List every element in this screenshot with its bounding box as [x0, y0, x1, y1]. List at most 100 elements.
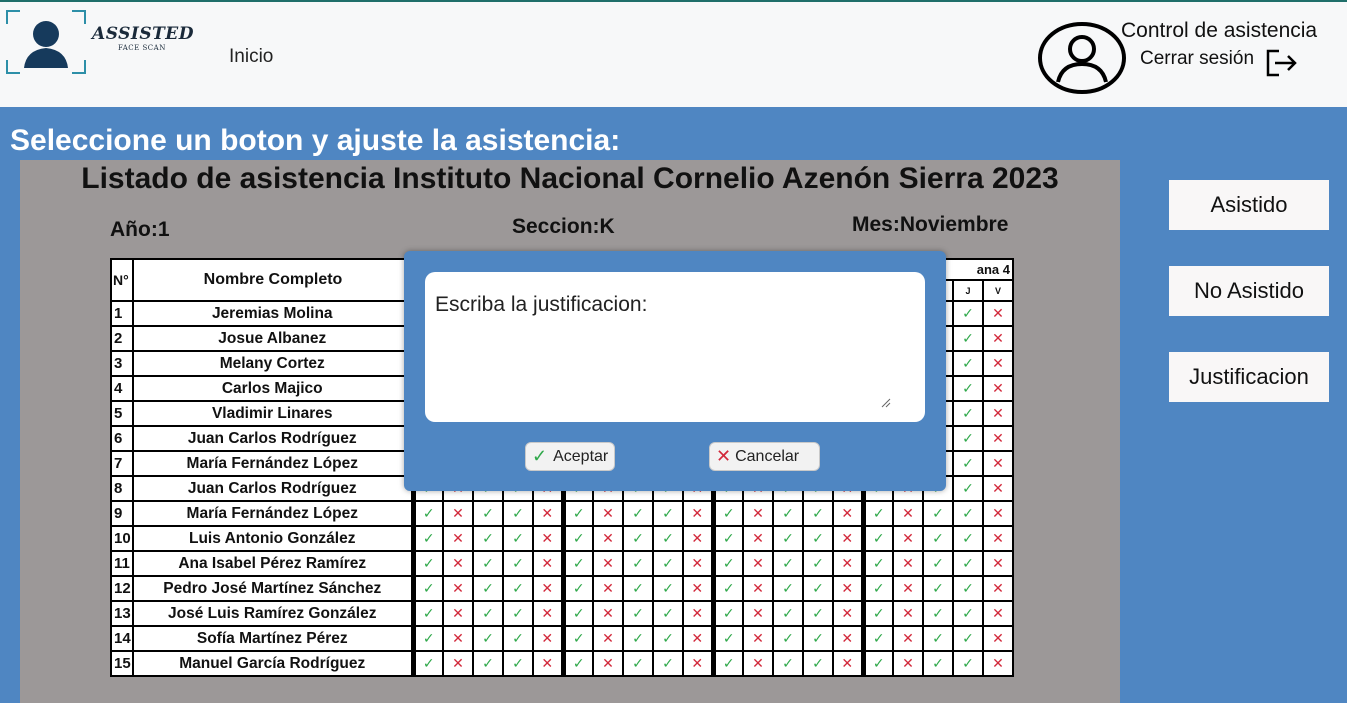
present-check-icon[interactable]: ✓ — [772, 650, 804, 677]
absent-cross-icon[interactable]: ✕ — [982, 550, 1014, 577]
present-check-icon[interactable]: ✓ — [410, 600, 444, 627]
present-check-icon[interactable]: ✓ — [560, 650, 594, 677]
present-check-icon[interactable]: ✓ — [772, 625, 804, 652]
not-assisted-button[interactable]: No Asistido — [1169, 266, 1329, 316]
absent-cross-icon[interactable]: ✕ — [442, 550, 474, 577]
absent-cross-icon[interactable]: ✕ — [742, 600, 774, 627]
present-check-icon[interactable]: ✓ — [952, 325, 984, 352]
absent-cross-icon[interactable]: ✕ — [982, 325, 1014, 352]
present-check-icon[interactable]: ✓ — [802, 650, 834, 677]
present-check-icon[interactable]: ✓ — [622, 650, 654, 677]
present-check-icon[interactable]: ✓ — [472, 650, 504, 677]
present-check-icon[interactable]: ✓ — [472, 500, 504, 527]
present-check-icon[interactable]: ✓ — [772, 575, 804, 602]
absent-cross-icon[interactable]: ✕ — [892, 650, 924, 677]
absent-cross-icon[interactable]: ✕ — [982, 400, 1014, 427]
absent-cross-icon[interactable]: ✕ — [832, 650, 864, 677]
present-check-icon[interactable]: ✓ — [952, 300, 984, 327]
absent-cross-icon[interactable]: ✕ — [682, 625, 714, 652]
absent-cross-icon[interactable]: ✕ — [892, 525, 924, 552]
absent-cross-icon[interactable]: ✕ — [832, 575, 864, 602]
present-check-icon[interactable]: ✓ — [502, 550, 534, 577]
user-avatar-icon[interactable] — [1038, 22, 1128, 94]
present-check-icon[interactable]: ✓ — [710, 650, 744, 677]
absent-cross-icon[interactable]: ✕ — [532, 575, 564, 602]
present-check-icon[interactable]: ✓ — [560, 500, 594, 527]
present-check-icon[interactable]: ✓ — [952, 600, 984, 627]
present-check-icon[interactable]: ✓ — [652, 550, 684, 577]
absent-cross-icon[interactable]: ✕ — [892, 600, 924, 627]
absent-cross-icon[interactable]: ✕ — [982, 525, 1014, 552]
absent-cross-icon[interactable]: ✕ — [892, 575, 924, 602]
absent-cross-icon[interactable]: ✕ — [532, 650, 564, 677]
present-check-icon[interactable]: ✓ — [622, 600, 654, 627]
present-check-icon[interactable]: ✓ — [710, 550, 744, 577]
absent-cross-icon[interactable]: ✕ — [682, 500, 714, 527]
present-check-icon[interactable]: ✓ — [502, 600, 534, 627]
justification-textarea[interactable]: Escriba la justificacion: — [425, 272, 925, 422]
present-check-icon[interactable]: ✓ — [860, 525, 894, 552]
present-check-icon[interactable]: ✓ — [952, 625, 984, 652]
absent-cross-icon[interactable]: ✕ — [442, 575, 474, 602]
absent-cross-icon[interactable]: ✕ — [982, 425, 1014, 452]
absent-cross-icon[interactable]: ✕ — [442, 525, 474, 552]
present-check-icon[interactable]: ✓ — [710, 500, 744, 527]
present-check-icon[interactable]: ✓ — [952, 425, 984, 452]
present-check-icon[interactable]: ✓ — [860, 550, 894, 577]
absent-cross-icon[interactable]: ✕ — [832, 550, 864, 577]
present-check-icon[interactable]: ✓ — [560, 625, 594, 652]
absent-cross-icon[interactable]: ✕ — [742, 500, 774, 527]
absent-cross-icon[interactable]: ✕ — [592, 500, 624, 527]
present-check-icon[interactable]: ✓ — [952, 525, 984, 552]
absent-cross-icon[interactable]: ✕ — [532, 500, 564, 527]
nav-home-link[interactable]: Inicio — [229, 46, 273, 68]
present-check-icon[interactable]: ✓ — [560, 525, 594, 552]
present-check-icon[interactable]: ✓ — [922, 600, 954, 627]
present-check-icon[interactable]: ✓ — [410, 575, 444, 602]
absent-cross-icon[interactable]: ✕ — [832, 600, 864, 627]
present-check-icon[interactable]: ✓ — [502, 625, 534, 652]
absent-cross-icon[interactable]: ✕ — [592, 525, 624, 552]
present-check-icon[interactable]: ✓ — [922, 575, 954, 602]
present-check-icon[interactable]: ✓ — [952, 550, 984, 577]
present-check-icon[interactable]: ✓ — [922, 650, 954, 677]
absent-cross-icon[interactable]: ✕ — [982, 650, 1014, 677]
present-check-icon[interactable]: ✓ — [652, 650, 684, 677]
absent-cross-icon[interactable]: ✕ — [982, 350, 1014, 377]
absent-cross-icon[interactable]: ✕ — [982, 575, 1014, 602]
accept-button[interactable]: ✓ Aceptar — [525, 442, 615, 471]
present-check-icon[interactable]: ✓ — [922, 500, 954, 527]
present-check-icon[interactable]: ✓ — [472, 550, 504, 577]
present-check-icon[interactable]: ✓ — [952, 450, 984, 477]
present-check-icon[interactable]: ✓ — [952, 500, 984, 527]
present-check-icon[interactable]: ✓ — [652, 625, 684, 652]
present-check-icon[interactable]: ✓ — [952, 475, 984, 502]
absent-cross-icon[interactable]: ✕ — [592, 550, 624, 577]
absent-cross-icon[interactable]: ✕ — [532, 600, 564, 627]
absent-cross-icon[interactable]: ✕ — [442, 625, 474, 652]
absent-cross-icon[interactable]: ✕ — [892, 500, 924, 527]
absent-cross-icon[interactable]: ✕ — [982, 500, 1014, 527]
assisted-button[interactable]: Asistido — [1169, 180, 1329, 230]
present-check-icon[interactable]: ✓ — [560, 600, 594, 627]
present-check-icon[interactable]: ✓ — [922, 525, 954, 552]
absent-cross-icon[interactable]: ✕ — [832, 500, 864, 527]
cancel-button[interactable]: ✕ Cancelar — [709, 442, 820, 471]
absent-cross-icon[interactable]: ✕ — [592, 650, 624, 677]
absent-cross-icon[interactable]: ✕ — [982, 450, 1014, 477]
present-check-icon[interactable]: ✓ — [502, 650, 534, 677]
present-check-icon[interactable]: ✓ — [472, 625, 504, 652]
present-check-icon[interactable]: ✓ — [802, 575, 834, 602]
present-check-icon[interactable]: ✓ — [772, 525, 804, 552]
present-check-icon[interactable]: ✓ — [802, 625, 834, 652]
absent-cross-icon[interactable]: ✕ — [532, 625, 564, 652]
present-check-icon[interactable]: ✓ — [772, 600, 804, 627]
absent-cross-icon[interactable]: ✕ — [832, 625, 864, 652]
present-check-icon[interactable]: ✓ — [410, 550, 444, 577]
present-check-icon[interactable]: ✓ — [952, 575, 984, 602]
present-check-icon[interactable]: ✓ — [802, 550, 834, 577]
absent-cross-icon[interactable]: ✕ — [982, 375, 1014, 402]
present-check-icon[interactable]: ✓ — [802, 525, 834, 552]
absent-cross-icon[interactable]: ✕ — [532, 550, 564, 577]
present-check-icon[interactable]: ✓ — [952, 400, 984, 427]
